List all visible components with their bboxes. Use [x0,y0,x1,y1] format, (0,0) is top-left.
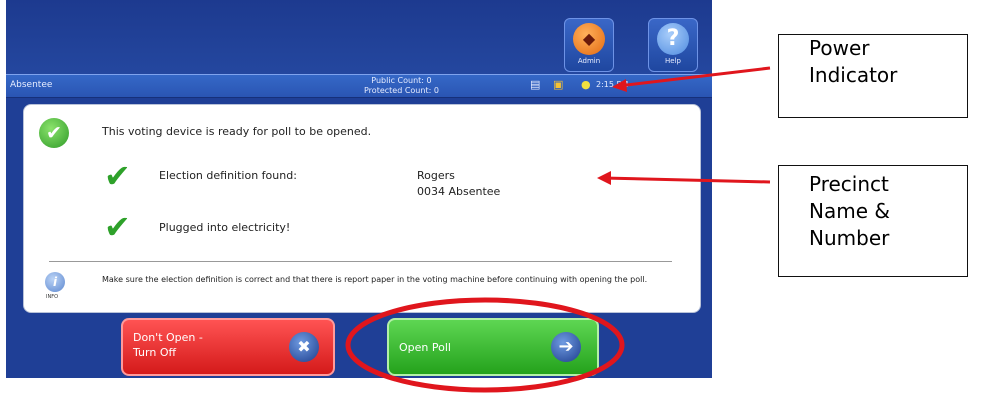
power-indicator-arrow [617,66,771,88]
precinct-arrow [602,176,771,184]
precinct-arrowhead [597,171,611,185]
precinct-callout: Precinct Name & Number [778,165,968,277]
open-poll-highlight-ellipse [345,297,625,393]
power-indicator-arrowhead [612,79,627,92]
power-indicator-callout: Power Indicator [778,34,968,118]
precinct-callout-text: Precinct Name & Number [809,172,890,250]
power-indicator-callout-text: Power Indicator [809,36,898,87]
